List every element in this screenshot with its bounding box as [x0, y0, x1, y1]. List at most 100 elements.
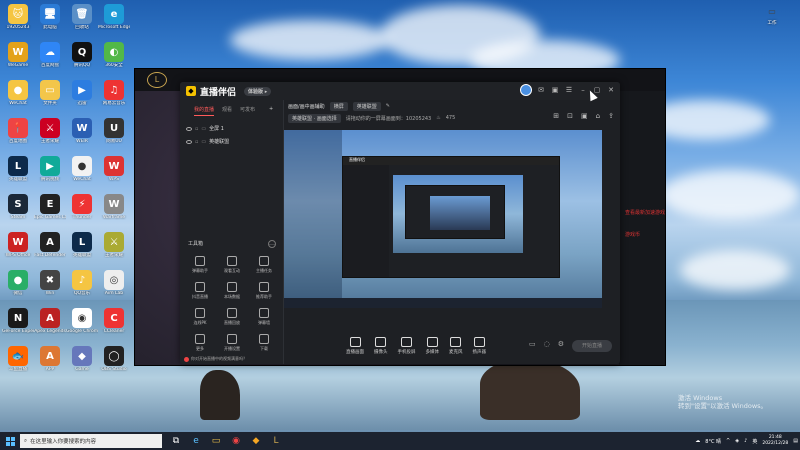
- toolbox-item[interactable]: 下载: [248, 334, 280, 352]
- toolbox-item[interactable]: 弹幕助手: [184, 256, 216, 274]
- desktop-icon[interactable]: EEpic Games Launcher: [34, 194, 66, 228]
- toolbox-more-icon[interactable]: …: [268, 240, 276, 248]
- toolbox-item[interactable]: 直播回放: [216, 308, 248, 326]
- add-scene-icon[interactable]: +: [269, 106, 273, 116]
- close-icon[interactable]: ✕: [606, 85, 616, 95]
- scene-select-pill[interactable]: 英雄联盟: [352, 101, 381, 111]
- tab-my-live[interactable]: 我的直播: [194, 106, 215, 116]
- explorer-taskbar-icon[interactable]: ▭: [208, 434, 224, 448]
- desktop-icon[interactable]: L 英雄联盟: [2, 156, 34, 190]
- desktop-icon[interactable]: 🗑 回收站: [66, 4, 98, 38]
- notification-icon[interactable]: ⌂: [596, 112, 600, 120]
- tab-watch[interactable]: 观看: [222, 106, 232, 116]
- scene-source-pill[interactable]: 英雄联盟 · 画面选择: [288, 113, 341, 123]
- camera-icon[interactable]: ▭: [529, 340, 536, 348]
- version-pill[interactable]: 体验版 ▸: [244, 86, 272, 96]
- desktop-icon[interactable]: ✖ Win: [34, 270, 66, 304]
- desktop-icon[interactable]: U 网易UU: [98, 118, 130, 152]
- desktop-icon[interactable]: ▶ 腾讯视频: [34, 156, 66, 190]
- desktop-icon-work-folder[interactable]: ▭ 工作: [758, 4, 786, 26]
- settings-icon[interactable]: ⚙: [558, 340, 564, 348]
- desktop-icon[interactable]: ⚔ 王者荣耀: [98, 232, 130, 266]
- input-language[interactable]: 英: [752, 438, 757, 445]
- toolbox-item[interactable]: 更多: [184, 334, 216, 352]
- toolbox-item[interactable]: 抖音直播: [184, 282, 216, 300]
- desktop-icon[interactable]: ◆ Game: [66, 346, 98, 380]
- desktop-icon[interactable]: W WeGame: [2, 42, 34, 76]
- volume-icon[interactable]: ♪: [744, 438, 747, 444]
- live-preview[interactable]: 直播伴侣: [284, 130, 602, 308]
- toolbox-item[interactable]: 弹幕墙: [248, 308, 280, 326]
- desktop-icon[interactable]: W WEIR: [66, 118, 98, 152]
- desktop-icon[interactable]: ◎ Aim Lab: [98, 270, 130, 304]
- live-companion-window[interactable]: ◆ 直播伴侣 体验版 ▸ ✉ ▣ ☰ – ▢ ✕ 我的直播 观看 可发布 + ▫…: [180, 82, 620, 364]
- lock-icon[interactable]: ▫: [195, 139, 198, 145]
- desktop-icon[interactable]: A Apex Legends: [34, 308, 66, 342]
- desktop-icon[interactable]: A APP: [34, 346, 66, 380]
- desktop-icon[interactable]: NGeForce Experience: [2, 308, 34, 342]
- taskbar-clock[interactable]: 21:48 2022/12/28: [762, 435, 788, 447]
- desktop-icon[interactable]: W Warframe: [98, 194, 130, 228]
- lock-icon[interactable]: ⊡: [567, 112, 573, 120]
- desktop-icon[interactable]: 🖥 此电脑: [34, 4, 66, 38]
- weather-icon[interactable]: ☁: [695, 438, 700, 444]
- desktop-icon[interactable]: ♫ 网易云音乐: [98, 80, 130, 114]
- desktop-icon[interactable]: ☁ 百度网盘: [34, 42, 66, 76]
- desktop-icon[interactable]: ▭ 文件夹: [34, 80, 66, 114]
- chrome-taskbar-icon[interactable]: ◉: [228, 434, 244, 448]
- desktop-icon[interactable]: W WPS Office: [2, 232, 34, 266]
- start-button[interactable]: [0, 432, 20, 450]
- visibility-icon[interactable]: [186, 139, 192, 144]
- tray-expand-icon[interactable]: ^: [726, 438, 730, 444]
- notification-icon[interactable]: ▤: [793, 438, 798, 444]
- desktop-icon[interactable]: ▶ 迅雷: [66, 80, 98, 114]
- source-action-button[interactable]: 手机投屏: [398, 337, 416, 355]
- scene-item[interactable]: ▫ ▭ 全屏 1: [180, 122, 283, 135]
- desktop-icon[interactable]: Q 腾讯QQ: [66, 42, 98, 76]
- toolbox-item[interactable]: 主播任务: [248, 256, 280, 274]
- toolbox-item[interactable]: 开播设置: [216, 334, 248, 352]
- menu-icon[interactable]: ☰: [564, 85, 574, 95]
- desktop-icon[interactable]: ● WeChat: [66, 156, 98, 190]
- desktop-icon[interactable]: ⚡ Thunder: [66, 194, 98, 228]
- network-icon[interactable]: ◈: [735, 438, 739, 444]
- lock-icon[interactable]: ▫: [195, 126, 198, 132]
- layout-icon[interactable]: ⊞: [553, 112, 559, 120]
- desktop-icon[interactable]: 🐱 19205243: [2, 4, 34, 38]
- weather-text[interactable]: 8°C 晴: [705, 438, 721, 445]
- desktop-icon[interactable]: ⚔ 王者荣耀: [34, 118, 66, 152]
- task-view-icon[interactable]: ⧉: [168, 434, 184, 448]
- feedback-note[interactable]: 你对开始直播中的视频满意吗？: [184, 356, 247, 362]
- toolbox-item[interactable]: 观看互动: [216, 256, 248, 274]
- desktop-icon[interactable]: 📍 百度地图: [2, 118, 34, 152]
- source-action-button[interactable]: 摄像头: [374, 337, 388, 355]
- source-action-button[interactable]: 扬声器: [473, 337, 486, 355]
- source-action-button[interactable]: 麦克风: [449, 337, 463, 355]
- desktop-icon[interactable]: C CCleaner: [98, 308, 130, 342]
- avatar[interactable]: [520, 84, 532, 96]
- visibility-icon[interactable]: [186, 126, 192, 131]
- desktop-icon[interactable]: ◐ 360安全: [98, 42, 130, 76]
- desktop-icon[interactable]: S Steam: [2, 194, 34, 228]
- orientation-pill[interactable]: 横屏: [329, 101, 348, 111]
- message-icon[interactable]: ✉: [536, 85, 546, 95]
- beauty-icon[interactable]: ◌: [544, 340, 550, 348]
- toolbox-item[interactable]: 推荐助手: [248, 282, 280, 300]
- desktop-icon[interactable]: W WPS: [98, 156, 130, 190]
- gift-icon[interactable]: ▣: [550, 85, 560, 95]
- edit-icon[interactable]: ✎: [386, 103, 390, 109]
- desktop-icon[interactable]: ◉ Google Chrome: [66, 308, 98, 342]
- share-icon[interactable]: ⇪: [608, 112, 614, 120]
- edge-taskbar-icon[interactable]: e: [188, 434, 204, 448]
- tab-publish[interactable]: 可发布: [240, 106, 255, 116]
- desktop-icon[interactable]: ◯ OBS Studio: [98, 346, 130, 380]
- desktop-icon[interactable]: L 英雄联盟: [66, 232, 98, 266]
- desktop-icon[interactable]: A Fast Defender: [34, 232, 66, 266]
- desktop-icon[interactable]: ● WeChat: [2, 80, 34, 114]
- start-live-button[interactable]: 开始直播: [572, 340, 612, 352]
- toolbox-item[interactable]: 连线PK: [184, 308, 216, 326]
- desktop-icon[interactable]: e Microsoft Edge: [98, 4, 130, 38]
- live-companion-taskbar-icon[interactable]: ◆: [248, 434, 264, 448]
- league-taskbar-icon[interactable]: L: [268, 434, 284, 448]
- toolbox-item[interactable]: 本场数据: [216, 282, 248, 300]
